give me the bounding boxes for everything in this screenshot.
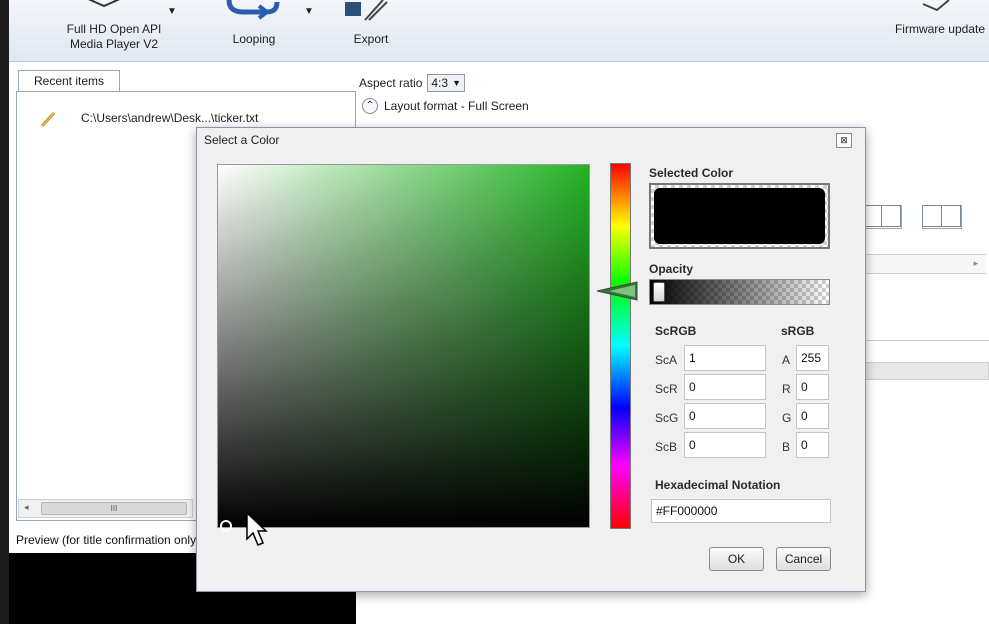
aspect-ratio-label: Aspect ratio (359, 76, 423, 90)
scb-field[interactable]: 0 (684, 432, 766, 458)
scrgb-header: ScRGB (655, 324, 697, 338)
srgb-a-field[interactable]: 255 (796, 345, 829, 371)
srgb-header: sRGB (781, 324, 815, 338)
dialog-title: Select a Color (204, 133, 280, 147)
export-label: Export (353, 32, 389, 46)
srgb-g-label: G (782, 411, 792, 425)
opacity-label: Opacity (649, 262, 694, 276)
scr-field[interactable]: 0 (684, 374, 766, 400)
ok-button[interactable]: OK (709, 547, 764, 571)
selected-color-fill (654, 188, 825, 244)
list-item[interactable]: C:\Users\andrew\Desk...\ticker.txt (21, 108, 351, 128)
srgb-a-label: A (782, 353, 791, 367)
select-color-dialog: Select a Color ⊠ Selected Color Opacity … (196, 127, 866, 592)
preview-label: Preview (for title confirmation only) (16, 533, 201, 547)
looping-button[interactable]: Looping (209, 0, 299, 58)
layout-scroll-strip[interactable]: ▸ (846, 254, 986, 274)
media-player-dropdown-arrow[interactable]: ▼ (167, 6, 177, 17)
scr-label: ScR (655, 382, 678, 396)
layout-format-label: Layout format - Full Screen (384, 99, 529, 113)
media-player-label-line1: Full HD Open API (66, 22, 162, 36)
ribbon-toolbar: Full HD Open API Media Player V2 ▼ Loopi… (9, 0, 989, 62)
firmware-update-label: Firmware update (894, 22, 985, 36)
srgb-g-field[interactable]: 0 (796, 403, 829, 429)
hex-value-field[interactable]: #FF000000 (651, 499, 831, 523)
hue-slider-thumb[interactable] (595, 280, 639, 302)
media-player-label-line2: Media Player V2 (69, 37, 159, 51)
selected-color-swatch (649, 183, 830, 249)
firmware-update-icon (922, 0, 950, 12)
color-saturation-field[interactable] (217, 164, 590, 532)
looping-icon (226, 0, 280, 20)
looping-label: Looping (232, 32, 276, 46)
opacity-slider[interactable] (649, 279, 830, 305)
firmware-update-button[interactable]: Firmware update (881, 0, 989, 58)
export-button[interactable]: Export (331, 0, 411, 58)
window-frame-edge (0, 0, 9, 624)
srgb-r-label: R (782, 382, 791, 396)
layout-option-split[interactable] (862, 205, 902, 229)
cancel-button[interactable]: Cancel (776, 547, 831, 571)
media-player-icon (88, 0, 120, 8)
recent-item-path: C:\Users\andrew\Desk...\ticker.txt (81, 111, 259, 125)
hue-slider[interactable] (610, 163, 631, 529)
edit-pencil-icon (40, 111, 56, 128)
chevron-down-icon: ▼ (452, 78, 461, 88)
selected-color-label: Selected Color (649, 166, 734, 180)
tab-recent-items[interactable]: Recent items (18, 70, 120, 92)
opacity-slider-thumb[interactable] (653, 282, 665, 302)
layout-format-row[interactable]: ⌃ Layout format - Full Screen (362, 98, 529, 114)
media-player-button[interactable]: Full HD Open API Media Player V2 (49, 0, 179, 58)
layout-option-split-2[interactable] (922, 205, 962, 229)
looping-dropdown-arrow[interactable]: ▼ (304, 6, 314, 17)
srgb-b-label: B (782, 440, 791, 454)
srgb-b-field[interactable]: 0 (796, 432, 829, 458)
scroll-thumb[interactable]: III (41, 502, 187, 515)
close-icon[interactable]: ⊠ (836, 133, 852, 148)
color-field-selector[interactable] (220, 520, 232, 532)
sca-label: ScA (655, 353, 678, 367)
mouse-pointer-icon (246, 511, 268, 546)
horizontal-scrollbar[interactable]: ◂ III (18, 499, 193, 518)
scg-field[interactable]: 0 (684, 403, 766, 429)
scg-label: ScG (655, 411, 679, 425)
hex-notation-label: Hexadecimal Notation (655, 478, 781, 492)
aspect-ratio-value: 4:3 (431, 76, 449, 90)
aspect-ratio-select[interactable]: 4:3 ▼ (427, 74, 465, 92)
divider (846, 340, 989, 341)
aspect-ratio-row: Aspect ratio 4:3 ▼ (359, 74, 465, 92)
export-icon (345, 0, 388, 21)
collapse-up-icon[interactable]: ⌃ (362, 98, 378, 114)
scroll-right-arrow-icon[interactable]: ▸ (973, 258, 978, 269)
srgb-r-field[interactable]: 0 (796, 374, 829, 400)
scb-label: ScB (655, 440, 678, 454)
settings-strip (846, 362, 989, 380)
sca-field[interactable]: 1 (684, 345, 766, 371)
scroll-left-arrow-icon[interactable]: ◂ (24, 502, 29, 513)
